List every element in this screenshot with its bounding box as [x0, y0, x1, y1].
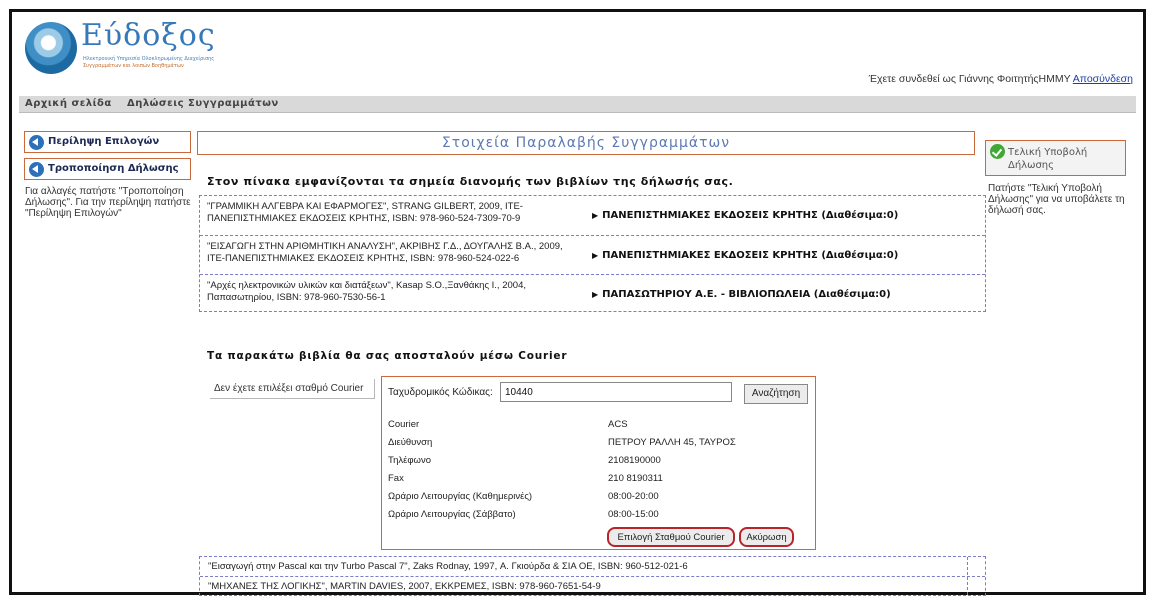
select-courier-station-button[interactable]: Επιλογή Σταθμού Courier	[607, 527, 735, 547]
menu-item-declarations[interactable]: Δηλώσεις Συγγραμμάτων	[127, 98, 279, 109]
check-icon	[990, 144, 1005, 159]
logo-text: Εύδοξος	[81, 18, 216, 53]
app-frame: Εύδοξος Ηλεκτρονική Υπηρεσία Ολοκληρωμέν…	[9, 9, 1146, 596]
table-row: "Αρχές ηλεκτρονικών υλικών και διατάξεων…	[200, 274, 985, 311]
logged-in-text: Έχετε συνδεθεί ως Γιάννης ΦοιτητήςΗΜΜΥ	[868, 73, 1071, 85]
column-divider	[967, 557, 968, 595]
postal-code-label: Ταχυδρομικός Κώδικας:	[388, 387, 493, 398]
info-value: 2108190000	[608, 455, 661, 466]
distribution-point[interactable]: ▶ ΠΑΝΕΠΙΣΤΗΜΙΑΚΕΣ ΕΚΔΟΣΕΙΣ ΚΡΗΤΗΣ (Διαθέσ…	[592, 250, 898, 261]
triangle-right-icon: ▶	[592, 290, 599, 299]
courier-info-row: Fax 210 8190311	[388, 473, 808, 490]
left-help-text: Για αλλαγές πατήστε "Τροποποίηση Δήλωσης…	[25, 186, 191, 219]
info-key: Διεύθυνση	[388, 437, 433, 448]
info-key: Courier	[388, 419, 420, 430]
postal-code-input[interactable]	[500, 382, 732, 402]
final-submit-label: Τελική Υποβολή Δήλωσης	[1008, 147, 1088, 171]
book-description: "Εισαγωγή στην Pascal και την Turbo Pasc…	[208, 561, 688, 572]
logout-link[interactable]: Αποσύνδεση	[1073, 73, 1133, 85]
distribution-point[interactable]: ▶ ΠΑΝΕΠΙΣΤΗΜΙΑΚΕΣ ΕΚΔΟΣΕΙΣ ΚΡΗΤΗΣ (Διαθέσ…	[592, 210, 898, 221]
publisher-label: ΠΑΠΑΣΩΤΗΡΙΟΥ Α.Ε. - ΒΙΒΛΙΟΠΩΛΕΙΑ (Διαθέσ…	[602, 289, 891, 300]
right-help-text: Πατήστε "Τελική Υποβολή Δήλωσης" για να …	[988, 183, 1125, 216]
menu-bar: Αρχική σελίδα Δηλώσεις Συγγραμμάτων	[19, 96, 1136, 113]
publisher-label: ΠΑΝΕΠΙΣΤΗΜΙΑΚΕΣ ΕΚΔΟΣΕΙΣ ΚΡΗΤΗΣ (Διαθέσι…	[602, 210, 899, 221]
book-description: "ΜΗΧΑΝΕΣ ΤΗΣ ΛΟΓΙΚΗΣ", MARTIN DAVIES, 20…	[208, 581, 601, 592]
table-row: "ΓΡΑΜΜΙΚΗ ΑΛΓΕΒΡΑ ΚΑΙ ΕΦΑΡΜΟΓΕΣ", STRANG…	[200, 196, 985, 233]
courier-heading: Τα παρακάτω βιβλία θα σας αποσταλούν μέσ…	[207, 350, 568, 362]
modify-button-label: Τροποποίηση Δήλωσης	[48, 163, 179, 174]
logo[interactable]: Εύδοξος Ηλεκτρονική Υπηρεσία Ολοκληρωμέν…	[25, 18, 215, 80]
table-row: "ΜΗΧΑΝΕΣ ΤΗΣ ΛΟΓΙΚΗΣ", MARTIN DAVIES, 20…	[200, 576, 985, 596]
back-arrow-icon	[29, 135, 44, 150]
info-value: ΠΕΤΡΟΥ ΡΑΛΛΗ 45, ΤΑΥΡΟΣ	[608, 437, 736, 448]
no-station-text: Δεν έχετε επιλέξει σταθμό Courier	[210, 379, 375, 399]
distribution-table: "ΓΡΑΜΜΙΚΗ ΑΛΓΕΒΡΑ ΚΑΙ ΕΦΑΡΜΟΓΕΣ", STRANG…	[199, 195, 986, 312]
info-key: Ωράριο Λειτουργίας (Σάββατο)	[388, 509, 516, 520]
info-key: Ωράριο Λειτουργίας (Καθημερινές)	[388, 491, 533, 502]
summary-button-label: Περίληψη Επιλογών	[48, 136, 160, 147]
modify-declaration-button[interactable]: Τροποποίηση Δήλωσης	[24, 158, 191, 180]
courier-info-row: Ωράριο Λειτουργίας (Καθημερινές) 08:00-2…	[388, 491, 808, 508]
book-description: "Αρχές ηλεκτρονικών υλικών και διατάξεων…	[207, 280, 526, 303]
search-button[interactable]: Αναζήτηση	[744, 384, 808, 404]
intro-text: Στον πίνακα εμφανίζονται τα σημεία διανο…	[207, 175, 734, 188]
table-row: "Εισαγωγή στην Pascal και την Turbo Pasc…	[200, 557, 985, 577]
user-status: Έχετε συνδεθεί ως Γιάννης ΦοιτητήςΗΜΜΥ Α…	[869, 73, 1133, 85]
book-description: "ΕΙΣΑΓΩΓΗ ΣΤΗΝ ΑΡΙΘΜΗΤΙΚΗ ΑΝΑΛΥΣΗ", ΑΚΡΙ…	[207, 241, 563, 264]
distribution-point[interactable]: ▶ ΠΑΠΑΣΩΤΗΡΙΟΥ Α.Ε. - ΒΙΒΛΙΟΠΩΛΕΙΑ (Διαθέ…	[592, 289, 891, 300]
logo-subtitle-2: Συγγραμμάτων και λοιπών Βοηθημάτων	[83, 63, 184, 69]
page-title: Στοιχεία Παραλαβής Συγγραμμάτων	[197, 131, 975, 155]
logo-subtitle: Ηλεκτρονική Υπηρεσία Ολοκληρωμένης Διαχε…	[83, 56, 215, 62]
info-key: Τηλέφωνο	[388, 455, 431, 466]
summary-button[interactable]: Περίληψη Επιλογών	[24, 131, 191, 153]
header: Εύδοξος Ηλεκτρονική Υπηρεσία Ολοκληρωμέν…	[12, 12, 1143, 100]
final-submit-button[interactable]: Τελική Υποβολή Δήλωσης	[985, 140, 1126, 176]
info-value: 08:00-15:00	[608, 509, 659, 520]
publisher-label: ΠΑΝΕΠΙΣΤΗΜΙΑΚΕΣ ΕΚΔΟΣΕΙΣ ΚΡΗΤΗΣ (Διαθέσι…	[602, 250, 899, 261]
triangle-right-icon: ▶	[592, 251, 599, 260]
courier-station-panel: Ταχυδρομικός Κώδικας: Αναζήτηση Courier …	[381, 376, 816, 550]
logo-icon	[25, 22, 77, 74]
courier-info-row: Διεύθυνση ΠΕΤΡΟΥ ΡΑΛΛΗ 45, ΤΑΥΡΟΣ	[388, 437, 808, 454]
courier-info-row: Courier ACS	[388, 419, 808, 436]
table-row: "ΕΙΣΑΓΩΓΗ ΣΤΗΝ ΑΡΙΘΜΗΤΙΚΗ ΑΝΑΛΥΣΗ", ΑΚΡΙ…	[200, 235, 985, 272]
triangle-right-icon: ▶	[592, 211, 599, 220]
info-value: ACS	[608, 419, 628, 430]
info-key: Fax	[388, 473, 404, 484]
menu-item-home[interactable]: Αρχική σελίδα	[25, 98, 112, 109]
courier-info-row: Τηλέφωνο 2108190000	[388, 455, 808, 472]
book-description: "ΓΡΑΜΜΙΚΗ ΑΛΓΕΒΡΑ ΚΑΙ ΕΦΑΡΜΟΓΕΣ", STRANG…	[207, 201, 523, 224]
courier-info-row: Ωράριο Λειτουργίας (Σάββατο) 08:00-15:00	[388, 509, 808, 526]
cancel-button[interactable]: Ακύρωση	[739, 527, 794, 547]
info-value: 08:00-20:00	[608, 491, 659, 502]
info-value: 210 8190311	[608, 473, 663, 484]
back-arrow-icon	[29, 162, 44, 177]
courier-books-table: "Εισαγωγή στην Pascal και την Turbo Pasc…	[199, 556, 986, 596]
